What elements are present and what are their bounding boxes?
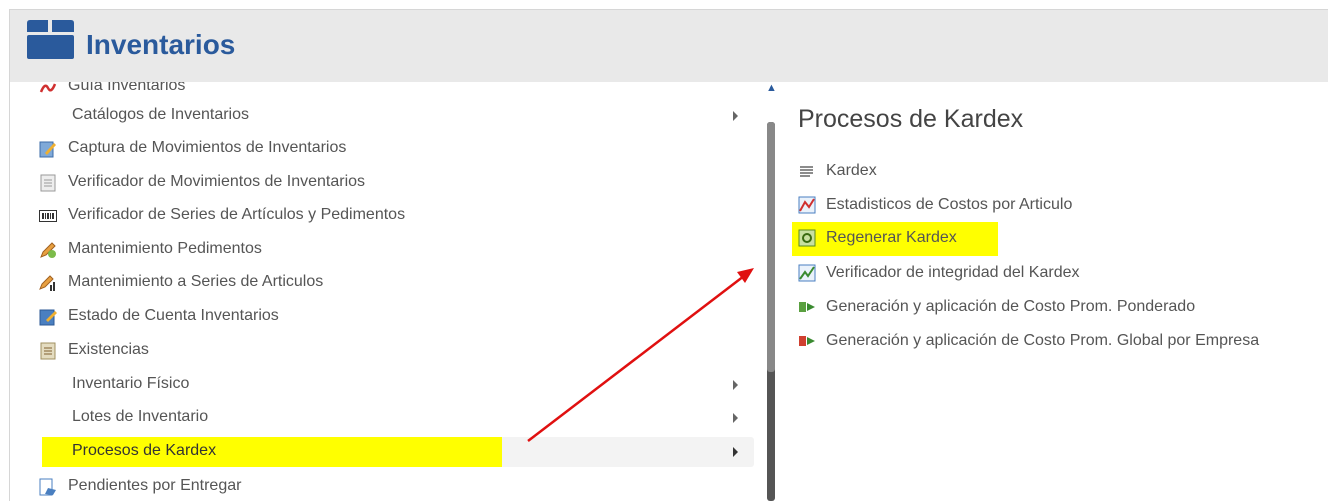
menu-item-mantenimiento-series[interactable]: Mantenimiento a Series de Articulos bbox=[10, 268, 769, 298]
delivery-icon bbox=[39, 478, 56, 496]
inventory-menu: Guía Inventarios Catálogos de Inventario… bbox=[9, 82, 769, 501]
document-icon bbox=[40, 174, 56, 192]
inventory-box-icon bbox=[27, 20, 74, 59]
transfer-green-icon bbox=[799, 302, 815, 312]
submenu-panel: Procesos de Kardex Kardex Estadisticos d… bbox=[780, 82, 1328, 501]
scroll-up-icon[interactable]: ▲ bbox=[766, 82, 777, 94]
pencil-chart-icon bbox=[39, 275, 55, 291]
edit-form-icon bbox=[39, 141, 56, 158]
edit-icon bbox=[39, 309, 57, 326]
regenerate-icon bbox=[798, 229, 816, 247]
line-chart-icon bbox=[798, 264, 816, 282]
chevron-right-icon bbox=[733, 413, 738, 423]
page-title: Inventarios bbox=[86, 29, 236, 60]
pencil-icon bbox=[40, 242, 56, 258]
menu-item-lotes-inventario[interactable]: Lotes de Inventario bbox=[10, 403, 769, 433]
menu-item-guia-inventarios[interactable]: Guía Inventarios bbox=[10, 82, 769, 102]
barcode-icon bbox=[39, 210, 57, 222]
menu-item-existencias[interactable]: Existencias bbox=[10, 336, 769, 366]
menu-item-inventario-fisico[interactable]: Inventario Físico bbox=[10, 370, 769, 400]
panel-item-regenerar-kardex[interactable]: Regenerar Kardex bbox=[792, 222, 998, 256]
menu-scrollbar[interactable]: ▲ bbox=[764, 82, 778, 501]
panel-title: Procesos de Kardex bbox=[798, 105, 1024, 133]
menu-item-captura-movimientos[interactable]: Captura de Movimientos de Inventarios bbox=[10, 134, 769, 164]
lines-icon bbox=[800, 166, 813, 177]
chevron-right-icon bbox=[733, 380, 738, 390]
menu-item-pendientes[interactable]: Pendientes por Entregar bbox=[10, 472, 769, 501]
app-header: Inventarios bbox=[9, 9, 1328, 82]
menu-item-procesos-kardex[interactable]: Procesos de Kardex bbox=[42, 437, 754, 467]
stats-chart-icon bbox=[798, 196, 816, 214]
menu-item-mantenimiento-pedimentos[interactable]: Mantenimiento Pedimentos bbox=[10, 235, 769, 265]
menu-item-verificador-series[interactable]: Verificador de Series de Artículos y Ped… bbox=[10, 201, 769, 231]
menu-item-catalogos[interactable]: Catálogos de Inventarios bbox=[10, 101, 769, 131]
chevron-right-icon bbox=[733, 447, 738, 457]
menu-item-verificador-movimientos[interactable]: Verificador de Movimientos de Inventario… bbox=[10, 168, 769, 198]
list-icon bbox=[40, 342, 56, 360]
transfer-red-icon bbox=[799, 336, 815, 346]
pdf-icon bbox=[39, 83, 57, 93]
chevron-right-icon bbox=[733, 111, 738, 121]
menu-item-estado-cuenta[interactable]: Estado de Cuenta Inventarios bbox=[10, 302, 769, 332]
scroll-thumb[interactable] bbox=[767, 122, 775, 372]
